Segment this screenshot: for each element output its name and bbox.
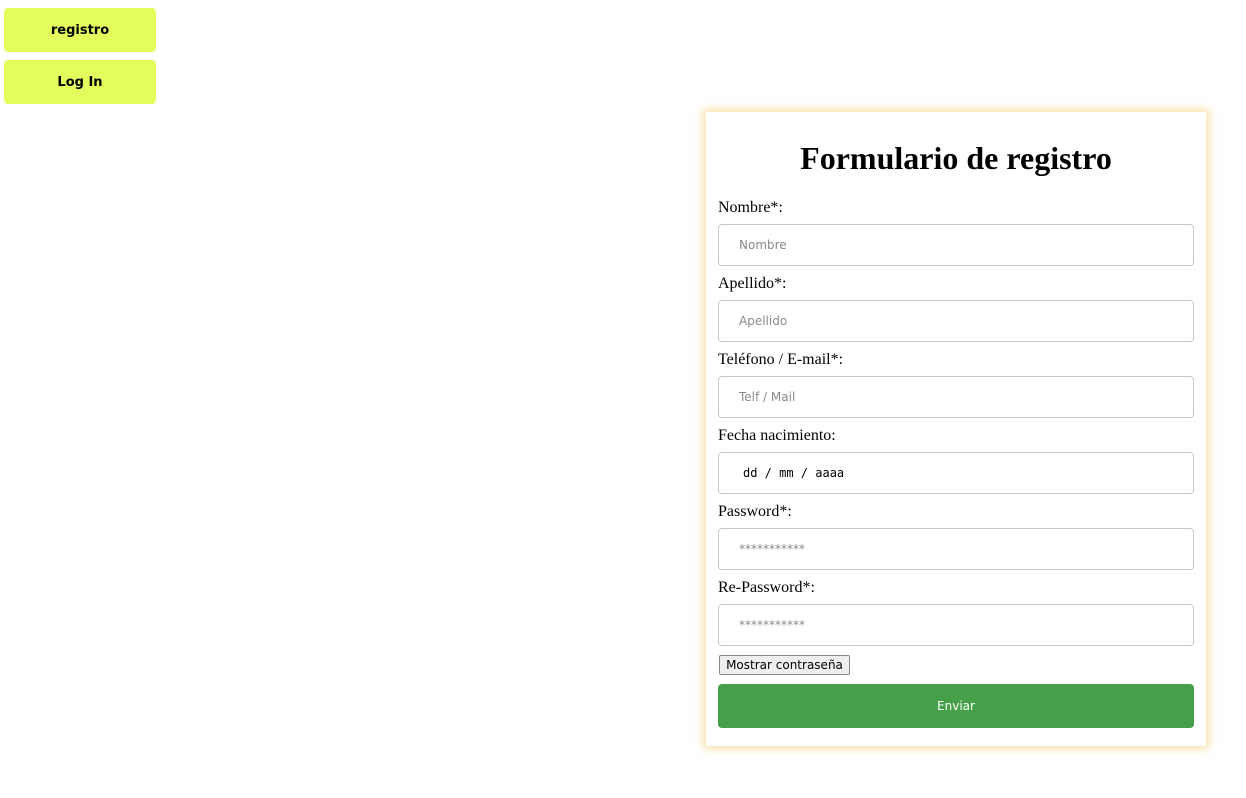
repassword-input[interactable] (718, 604, 1194, 646)
password-label: Password*: (718, 503, 792, 520)
form-title: Formulario de registro (800, 140, 1112, 176)
registro-button[interactable]: registro (4, 8, 156, 52)
nombre-label: Nombre*: (718, 199, 783, 216)
contacto-label: Teléfono / E-mail*: (718, 351, 844, 368)
nombre-input[interactable] (718, 224, 1194, 266)
repassword-label: Re-Password*: (718, 579, 815, 596)
fecha-label: Fecha nacimiento: (718, 427, 836, 444)
fecha-input[interactable]: dd / mm / aaaa (718, 452, 1194, 494)
apellido-label: Apellido*: (718, 275, 787, 292)
registration-form: Formulario de registro Nombre*: Apellido… (706, 112, 1206, 746)
submit-button[interactable]: Enviar (718, 684, 1194, 728)
contacto-input[interactable] (718, 376, 1194, 418)
apellido-input[interactable] (718, 300, 1194, 342)
password-input[interactable] (718, 528, 1194, 570)
show-password-button[interactable]: Mostrar contraseña (719, 655, 850, 675)
login-button[interactable]: Log In (4, 60, 156, 104)
